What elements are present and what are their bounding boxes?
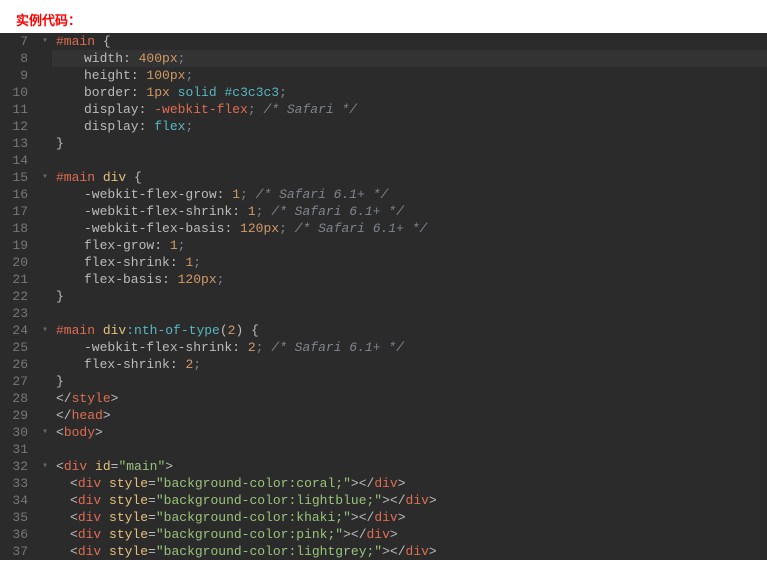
code-line[interactable]: } — [52, 288, 767, 305]
fold-marker — [38, 203, 52, 220]
fold-gutter[interactable]: ▾ ▾ ▾ ▾ ▾ — [38, 33, 52, 560]
fold-marker — [38, 254, 52, 271]
fold-marker — [38, 67, 52, 84]
fold-marker[interactable]: ▾ — [38, 33, 52, 50]
fold-marker[interactable]: ▾ — [38, 458, 52, 475]
code-line[interactable]: display: -webkit-flex; /* Safari */ — [52, 101, 767, 118]
line-number: 10 — [0, 84, 30, 101]
line-number: 32 — [0, 458, 30, 475]
code-line[interactable]: -webkit-flex-shrink: 2; /* Safari 6.1+ *… — [52, 339, 767, 356]
code-line[interactable]: height: 100px; — [52, 67, 767, 84]
fold-marker — [38, 305, 52, 322]
line-number: 33 — [0, 475, 30, 492]
line-number: 25 — [0, 339, 30, 356]
line-number: 13 — [0, 135, 30, 152]
code-line[interactable]: <div style="background-color:pink;"></di… — [52, 526, 767, 543]
line-number: 37 — [0, 543, 30, 560]
line-number: 8 — [0, 50, 30, 67]
line-number: 16 — [0, 186, 30, 203]
fold-marker — [38, 186, 52, 203]
fold-marker — [38, 407, 52, 424]
code-line[interactable]: #main div { — [52, 169, 767, 186]
line-number: 9 — [0, 67, 30, 84]
line-number: 7 — [0, 33, 30, 50]
line-number: 28 — [0, 390, 30, 407]
line-number: 14 — [0, 152, 30, 169]
fold-marker — [38, 441, 52, 458]
code-line[interactable]: border: 1px solid #c3c3c3; — [52, 84, 767, 101]
fold-marker — [38, 237, 52, 254]
code-line[interactable]: flex-grow: 1; — [52, 237, 767, 254]
code-line[interactable]: <div id="main"> — [52, 458, 767, 475]
fold-marker — [38, 152, 52, 169]
line-number: 18 — [0, 220, 30, 237]
fold-marker — [38, 373, 52, 390]
fold-marker — [38, 509, 52, 526]
code-line[interactable] — [52, 441, 767, 458]
code-line[interactable]: </head> — [52, 407, 767, 424]
code-line[interactable]: display: flex; — [52, 118, 767, 135]
code-line[interactable]: #main div:nth-of-type(2) { — [52, 322, 767, 339]
code-line[interactable] — [52, 152, 767, 169]
code-line[interactable]: flex-shrink: 1; — [52, 254, 767, 271]
fold-marker — [38, 339, 52, 356]
fold-marker[interactable]: ▾ — [38, 169, 52, 186]
line-number: 19 — [0, 237, 30, 254]
code-line[interactable]: -webkit-flex-shrink: 1; /* Safari 6.1+ *… — [52, 203, 767, 220]
code-line[interactable]: } — [52, 135, 767, 152]
fold-marker — [38, 288, 52, 305]
fold-marker — [38, 356, 52, 373]
code-line[interactable]: <div style="background-color:khaki;"></d… — [52, 509, 767, 526]
line-number: 36 — [0, 526, 30, 543]
line-number-gutter: 7891011121314151617181920212223242526272… — [0, 33, 38, 560]
fold-marker — [38, 84, 52, 101]
fold-marker[interactable]: ▾ — [38, 424, 52, 441]
fold-marker — [38, 220, 52, 237]
code-line[interactable]: } — [52, 373, 767, 390]
line-number: 26 — [0, 356, 30, 373]
fold-marker[interactable]: ▾ — [38, 322, 52, 339]
fold-marker — [38, 135, 52, 152]
line-number: 12 — [0, 118, 30, 135]
line-number: 15 — [0, 169, 30, 186]
line-number: 21 — [0, 271, 30, 288]
fold-marker — [38, 492, 52, 509]
code-line[interactable]: <div style="background-color:coral;"></d… — [52, 475, 767, 492]
line-number: 20 — [0, 254, 30, 271]
line-number: 22 — [0, 288, 30, 305]
line-number: 29 — [0, 407, 30, 424]
code-line[interactable]: -webkit-flex-grow: 1; /* Safari 6.1+ */ — [52, 186, 767, 203]
fold-marker — [38, 390, 52, 407]
fold-marker — [38, 526, 52, 543]
line-number: 30 — [0, 424, 30, 441]
code-editor[interactable]: 7891011121314151617181920212223242526272… — [0, 33, 767, 560]
line-number: 34 — [0, 492, 30, 509]
line-number: 24 — [0, 322, 30, 339]
line-number: 35 — [0, 509, 30, 526]
code-line[interactable]: #main { — [52, 33, 767, 50]
line-number: 31 — [0, 441, 30, 458]
code-content[interactable]: #main {width: 400px;height: 100px;border… — [52, 33, 767, 560]
fold-marker — [38, 101, 52, 118]
fold-marker — [38, 118, 52, 135]
code-line[interactable]: -webkit-flex-basis: 120px; /* Safari 6.1… — [52, 220, 767, 237]
fold-marker — [38, 475, 52, 492]
line-number: 11 — [0, 101, 30, 118]
code-line[interactable]: width: 400px; — [52, 50, 767, 67]
fold-marker — [38, 543, 52, 560]
code-line[interactable]: flex-basis: 120px; — [52, 271, 767, 288]
code-line[interactable]: <div style="background-color:lightgrey;"… — [52, 543, 767, 560]
code-line[interactable]: <body> — [52, 424, 767, 441]
code-line[interactable] — [52, 305, 767, 322]
code-line[interactable]: <div style="background-color:lightblue;"… — [52, 492, 767, 509]
fold-marker — [38, 50, 52, 67]
line-number: 27 — [0, 373, 30, 390]
page-title: 实例代码： — [0, 0, 767, 33]
line-number: 17 — [0, 203, 30, 220]
fold-marker — [38, 271, 52, 288]
line-number: 23 — [0, 305, 30, 322]
code-line[interactable]: flex-shrink: 2; — [52, 356, 767, 373]
code-line[interactable]: </style> — [52, 390, 767, 407]
